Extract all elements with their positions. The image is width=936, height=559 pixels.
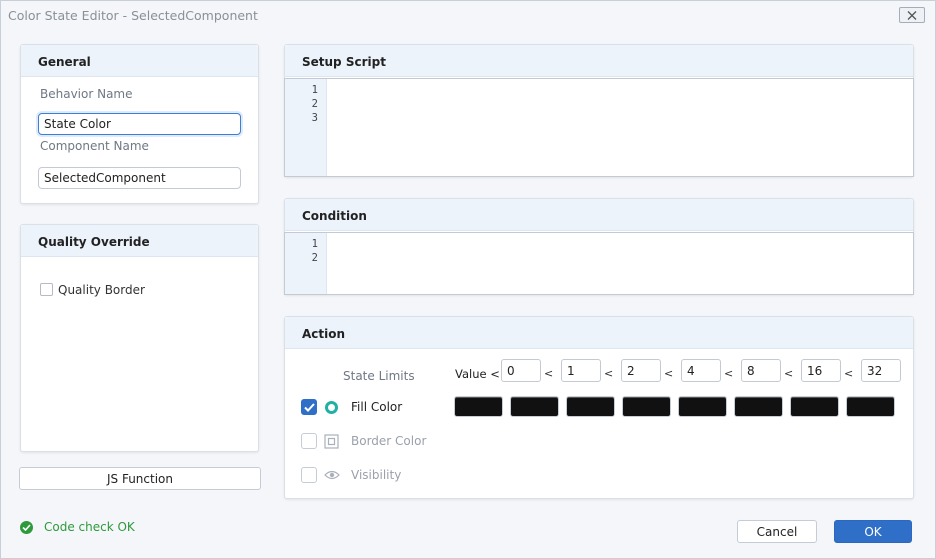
condition-code-area[interactable]: [327, 233, 913, 294]
behavior-name-label: Behavior Name: [40, 87, 133, 101]
state-limit-input[interactable]: [681, 359, 721, 382]
ring-icon: [325, 401, 338, 414]
close-button[interactable]: [899, 7, 925, 23]
fill-color-swatch[interactable]: [566, 396, 615, 417]
line-number: 3: [311, 112, 318, 124]
fill-color-label: Fill Color: [351, 400, 403, 414]
setup-script-code-area[interactable]: [327, 79, 913, 176]
ok-button[interactable]: OK: [834, 520, 912, 543]
component-name-label: Component Name: [40, 139, 149, 153]
state-limit-input[interactable]: [621, 359, 661, 382]
quality-override-panel: Quality Override Quality Border: [20, 224, 259, 452]
line-number: 2: [311, 252, 318, 264]
state-limit-input[interactable]: [801, 359, 841, 382]
condition-gutter: 1 2: [285, 233, 327, 294]
line-number: 1: [311, 238, 318, 250]
component-name-input[interactable]: [38, 167, 241, 189]
less-than-label: <: [784, 367, 794, 380]
quality-border-checkbox[interactable]: [40, 283, 53, 296]
eye-icon: [324, 470, 340, 480]
fill-color-swatch[interactable]: [678, 396, 727, 417]
cancel-button[interactable]: Cancel: [737, 520, 817, 543]
action-panel: Action State Limits Value < < < < < < < …: [284, 316, 914, 499]
state-limit-input[interactable]: [561, 359, 601, 382]
general-header: General: [21, 45, 258, 77]
quality-override-header: Quality Override: [21, 225, 258, 257]
less-than-label: <: [724, 367, 734, 380]
condition-panel: Condition 1 2: [284, 198, 914, 295]
border-color-label: Border Color: [351, 434, 427, 448]
fill-color-swatch[interactable]: [622, 396, 671, 417]
title-bar: Color State Editor - SelectedComponent: [0, 0, 936, 30]
border-color-checkbox[interactable]: [301, 433, 317, 449]
code-check-status: Code check OK: [44, 520, 135, 534]
behavior-name-input[interactable]: [38, 113, 241, 135]
less-than-label: <: [604, 367, 614, 380]
quality-border-label: Quality Border: [58, 283, 145, 297]
check-circle-icon: [20, 521, 33, 534]
condition-editor[interactable]: 1 2: [284, 232, 914, 295]
fill-color-swatch[interactable]: [790, 396, 839, 417]
action-header: Action: [285, 317, 913, 349]
fill-color-checkbox[interactable]: [301, 399, 317, 415]
value-prefix-label: Value <: [455, 367, 500, 381]
window-title: Color State Editor - SelectedComponent: [8, 8, 258, 23]
line-number: 1: [311, 84, 318, 96]
setup-script-editor[interactable]: 1 2 3: [284, 78, 914, 177]
setup-script-header: Setup Script: [285, 45, 913, 77]
fill-color-swatch[interactable]: [846, 396, 895, 417]
checkmark-icon: [303, 402, 315, 412]
setup-script-gutter: 1 2 3: [285, 79, 327, 176]
less-than-label: <: [844, 367, 854, 380]
condition-header: Condition: [285, 199, 913, 231]
state-limit-input[interactable]: [501, 359, 541, 382]
state-limit-input[interactable]: [741, 359, 781, 382]
state-limit-input[interactable]: [861, 359, 901, 382]
fill-color-swatch[interactable]: [454, 396, 503, 417]
visibility-checkbox[interactable]: [301, 467, 317, 483]
js-function-button[interactable]: JS Function: [19, 467, 261, 490]
close-icon: [907, 10, 917, 20]
state-limits-label: State Limits: [343, 369, 415, 383]
less-than-label: <: [544, 367, 554, 380]
general-panel: General Behavior Name Component Name: [20, 44, 259, 204]
fill-color-swatch[interactable]: [734, 396, 783, 417]
visibility-label: Visibility: [351, 468, 402, 482]
fill-color-swatch[interactable]: [510, 396, 559, 417]
setup-script-panel: Setup Script 1 2 3: [284, 44, 914, 177]
square-frame-icon: [324, 434, 339, 449]
less-than-label: <: [664, 367, 674, 380]
line-number: 2: [311, 98, 318, 110]
